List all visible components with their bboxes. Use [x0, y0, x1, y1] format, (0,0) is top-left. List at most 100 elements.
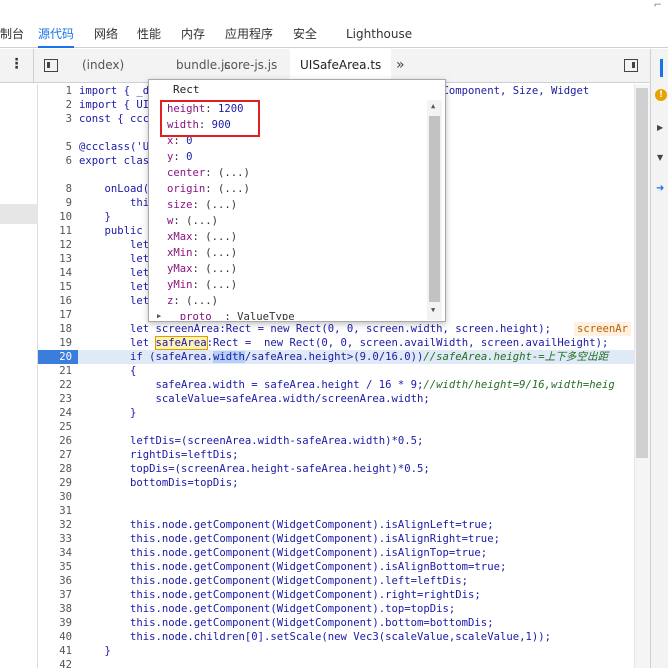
- property-row[interactable]: z: (...): [167, 293, 218, 309]
- line-number[interactable]: 10: [38, 210, 72, 224]
- property-value[interactable]: (...): [205, 263, 237, 275]
- file-tab-core-js[interactable]: core-js.js: [224, 49, 277, 82]
- code-line[interactable]: 34 this.node.getComponent(WidgetComponen…: [38, 546, 634, 560]
- line-number[interactable]: 37: [38, 588, 72, 602]
- line-number[interactable]: 15: [38, 280, 72, 294]
- code-line[interactable]: 27 rightDis=leftDis;: [38, 448, 634, 462]
- more-tabs-chevron-icon[interactable]: »: [396, 49, 405, 82]
- line-number[interactable]: 36: [38, 574, 72, 588]
- property-row[interactable]: xMin: (...): [167, 245, 237, 261]
- scroll-down-icon[interactable]: ▼: [431, 306, 435, 314]
- code-line[interactable]: 35 this.node.getComponent(WidgetComponen…: [38, 560, 634, 574]
- toggle-navigator-icon[interactable]: [44, 59, 58, 72]
- line-number[interactable]: 14: [38, 266, 72, 280]
- code-line[interactable]: 37 this.node.getComponent(WidgetComponen…: [38, 588, 634, 602]
- line-number[interactable]: 38: [38, 602, 72, 616]
- property-row[interactable]: yMax: (...): [167, 261, 237, 277]
- line-number[interactable]: 12: [38, 238, 72, 252]
- line-number[interactable]: 29: [38, 476, 72, 490]
- collapse-triangle-icon[interactable]: ▼: [657, 153, 663, 162]
- warning-icon[interactable]: !: [655, 89, 667, 101]
- property-value[interactable]: (...): [186, 215, 218, 227]
- property-row[interactable]: yMin: (...): [167, 277, 237, 293]
- code-line[interactable]: 33 this.node.getComponent(WidgetComponen…: [38, 532, 634, 546]
- tab-memory[interactable]: 内存: [181, 26, 205, 48]
- property-value[interactable]: (...): [205, 231, 237, 243]
- property-value[interactable]: (...): [205, 247, 237, 259]
- code-line[interactable]: 36 this.node.getComponent(WidgetComponen…: [38, 574, 634, 588]
- line-number[interactable]: 27: [38, 448, 72, 462]
- line-number[interactable]: 42: [38, 658, 72, 668]
- line-number[interactable]: 35: [38, 560, 72, 574]
- line-number[interactable]: 13: [38, 252, 72, 266]
- line-number[interactable]: 22: [38, 378, 72, 392]
- code-line[interactable]: 21 {: [38, 364, 634, 378]
- line-number[interactable]: 30: [38, 490, 72, 504]
- property-value[interactable]: (...): [218, 167, 250, 179]
- property-row[interactable]: y: 0: [167, 149, 193, 165]
- line-number[interactable]: 16: [38, 294, 72, 308]
- file-tab-uisafearea[interactable]: UISafeArea.ts: [290, 49, 392, 83]
- navigator-selected-item[interactable]: [0, 204, 38, 224]
- property-value[interactable]: ValueType: [237, 311, 294, 320]
- line-number[interactable]: 2: [38, 98, 72, 112]
- line-number[interactable]: 31: [38, 504, 72, 518]
- line-number[interactable]: 18: [38, 322, 72, 336]
- more-options-button[interactable]: ⋮: [0, 49, 34, 82]
- line-number[interactable]: 6: [38, 154, 72, 168]
- code-line[interactable]: 23 scaleValue=safeArea.width/screenArea.…: [38, 392, 634, 406]
- line-number[interactable]: 33: [38, 532, 72, 546]
- expand-triangle-icon[interactable]: ▶: [657, 123, 663, 132]
- expand-proto-icon[interactable]: ▶: [157, 312, 161, 320]
- line-number[interactable]: 32: [38, 518, 72, 532]
- code-line[interactable]: 30: [38, 490, 634, 504]
- property-value[interactable]: (...): [205, 279, 237, 291]
- customize-icon[interactable]: ⌐: [654, 0, 662, 11]
- tab-performance[interactable]: 性能: [137, 26, 161, 48]
- code-line[interactable]: 38 this.node.getComponent(WidgetComponen…: [38, 602, 634, 616]
- code-line[interactable]: 28 topDis=(screenArea.height-safeArea.he…: [38, 462, 634, 476]
- line-number[interactable]: 11: [38, 224, 72, 238]
- tab-lighthouse[interactable]: Lighthouse: [346, 26, 412, 48]
- line-number[interactable]: 41: [38, 644, 72, 658]
- line-number[interactable]: 28: [38, 462, 72, 476]
- popover-scrollbar-thumb[interactable]: [429, 116, 440, 302]
- line-number[interactable]: 17: [38, 308, 72, 322]
- code-line[interactable]: 42: [38, 658, 634, 668]
- property-row[interactable]: __proto__: ValueType: [167, 309, 295, 320]
- tab-security[interactable]: 安全: [293, 26, 317, 48]
- line-number[interactable]: 3: [38, 112, 72, 126]
- line-number[interactable]: 25: [38, 420, 72, 434]
- selected-text[interactable]: width: [212, 351, 245, 363]
- line-number[interactable]: 40: [38, 630, 72, 644]
- line-number[interactable]: 1: [38, 84, 72, 98]
- line-number[interactable]: 21: [38, 364, 72, 378]
- code-line[interactable]: 31: [38, 504, 634, 518]
- editor-scrollbar-thumb[interactable]: [636, 88, 648, 458]
- code-line[interactable]: 19 let safeArea:Rect = new Rect(0, 0, sc…: [38, 336, 634, 350]
- line-number[interactable]: 24: [38, 406, 72, 420]
- file-tab-bundle[interactable]: bundle.js: [176, 49, 231, 82]
- tab-sources[interactable]: 源代码: [38, 26, 75, 48]
- line-number[interactable]: 5: [38, 140, 72, 154]
- code-line[interactable]: 32 this.node.getComponent(WidgetComponen…: [38, 518, 634, 532]
- scroll-up-icon[interactable]: ▲: [431, 102, 435, 110]
- toggle-debugger-icon[interactable]: [624, 59, 638, 72]
- property-row[interactable]: xMax: (...): [167, 229, 237, 245]
- code-line[interactable]: 25: [38, 420, 634, 434]
- hovered-variable[interactable]: safeArea: [154, 336, 208, 350]
- line-number[interactable]: 39: [38, 616, 72, 630]
- property-row[interactable]: center: (...): [167, 165, 250, 181]
- popover-scrollbar[interactable]: ▲ ▼: [427, 100, 442, 320]
- code-line[interactable]: 29 bottomDis=topDis;: [38, 476, 634, 490]
- code-line[interactable]: 41 }: [38, 644, 634, 658]
- line-number[interactable]: 8: [38, 182, 72, 196]
- file-tab-index[interactable]: (index): [82, 49, 124, 82]
- code-line[interactable]: 20 if (safeArea.width/safeArea.height>(9…: [38, 350, 634, 364]
- line-number[interactable]: 9: [38, 196, 72, 210]
- property-row[interactable]: size: (...): [167, 197, 237, 213]
- code-line[interactable]: 18 let screenArea:Rect = new Rect(0, 0, …: [38, 322, 634, 336]
- code-line[interactable]: 22 safeArea.width = safeArea.height / 16…: [38, 378, 634, 392]
- line-number[interactable]: 23: [38, 392, 72, 406]
- line-number[interactable]: 20: [38, 350, 78, 364]
